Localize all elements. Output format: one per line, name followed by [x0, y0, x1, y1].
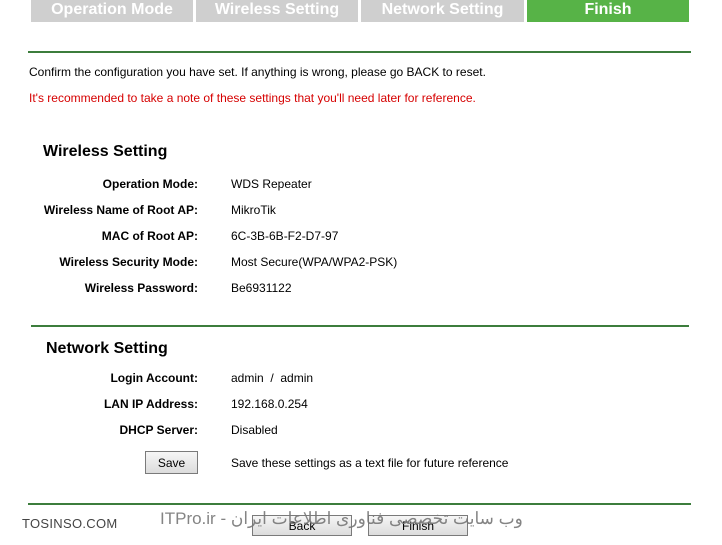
wireless-section-title: Wireless Setting	[43, 143, 168, 160]
operation-mode-label: Operation Mode:	[102, 177, 198, 191]
login-account-value: admin / admin	[231, 371, 314, 385]
wireless-password-value: Be6931122	[231, 281, 292, 295]
top-divider	[28, 51, 691, 53]
security-mode-label: Wireless Security Mode:	[59, 255, 198, 269]
root-ap-mac-value: 6C-3B-6B-F2-D7-97	[231, 229, 339, 243]
watermark-right: ITPro.ir - وب سایت تخصصی فناوری اطلاعات …	[160, 509, 523, 528]
root-ap-mac-label: MAC of Root AP:	[101, 229, 198, 243]
dhcp-server-value: Disabled	[231, 423, 278, 437]
lan-ip-value: 192.168.0.254	[231, 397, 308, 411]
tab-finish[interactable]: Finish	[527, 0, 689, 22]
dhcp-server-label: DHCP Server:	[119, 423, 198, 437]
lan-ip-label: LAN IP Address:	[103, 397, 198, 411]
network-section-title: Network Setting	[46, 340, 168, 357]
confirm-text: Confirm the configuration you have set. …	[29, 65, 486, 79]
watermark-left: TOSINSO.COM	[22, 516, 118, 531]
login-account-label: Login Account:	[110, 371, 198, 385]
root-ap-name-label: Wireless Name of Root AP:	[43, 203, 198, 217]
section-divider	[31, 325, 689, 327]
operation-mode-value: WDS Repeater	[231, 177, 312, 191]
save-note: Save these settings as a text file for f…	[231, 456, 509, 470]
wireless-password-label: Wireless Password:	[84, 281, 198, 295]
security-mode-value: Most Secure(WPA/WPA2-PSK)	[231, 255, 398, 269]
note-text: It's recommended to take a note of these…	[29, 91, 476, 105]
tab-network-setting[interactable]: Network Setting	[361, 0, 524, 22]
tab-wireless-setting[interactable]: Wireless Setting	[196, 0, 358, 22]
bottom-divider	[28, 503, 691, 505]
save-button[interactable]: Save	[145, 451, 198, 474]
root-ap-name-value: MikroTik	[231, 203, 276, 217]
tab-operation-mode[interactable]: Operation Mode	[31, 0, 193, 22]
